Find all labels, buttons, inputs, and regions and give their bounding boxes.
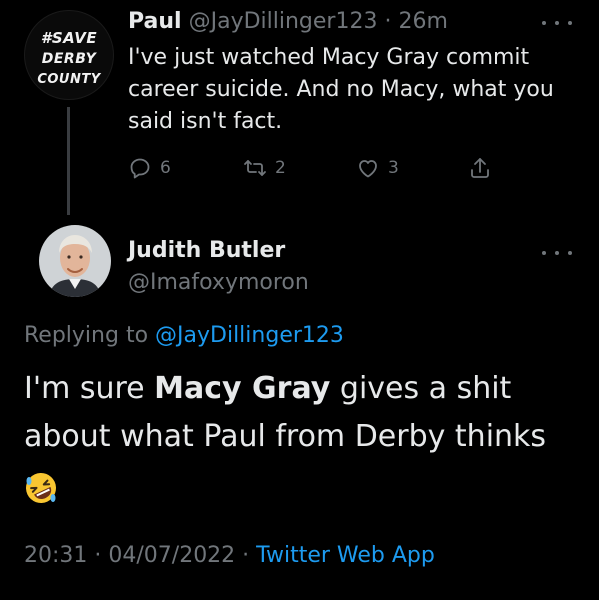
reply-tweet-text: I'm sure Macy Gray gives a shit about wh… <box>24 365 584 509</box>
thread-connector-line <box>67 107 70 215</box>
reply-author-handle[interactable]: @Imafoxymoron <box>128 270 309 295</box>
share-icon <box>471 158 489 178</box>
reply-count: 6 <box>160 158 171 178</box>
share-button[interactable] <box>468 156 492 180</box>
like-button[interactable]: 3 <box>356 156 399 180</box>
replying-to-line: Replying to @JayDillinger123 <box>24 323 344 348</box>
replying-to-link[interactable]: @JayDillinger123 <box>155 323 344 348</box>
retweet-icon <box>244 160 266 176</box>
reply-metadata: 20:31 · 04/07/2022 · Twitter Web App <box>24 543 435 568</box>
person-photo-icon <box>39 225 111 297</box>
reply-source-link[interactable]: Twitter Web App <box>256 543 435 568</box>
reply-icon <box>130 158 150 179</box>
avatar-badge-line-1: #SAVE <box>40 29 98 47</box>
parent-tweet-time[interactable]: 26m <box>398 9 447 34</box>
reply-timestamp[interactable]: 20:31 · 04/07/2022 · <box>24 543 249 568</box>
reply-author-name[interactable]: Judith Butler <box>128 238 285 263</box>
like-count: 3 <box>388 158 399 178</box>
heart-icon <box>359 160 377 178</box>
header-separator: · <box>384 9 392 34</box>
parent-tweet-actions: 6 2 3 <box>128 156 508 184</box>
replying-prefix: Replying to <box>24 323 149 348</box>
parent-avatar[interactable]: #SAVE DERBY COUNTY <box>24 10 114 100</box>
avatar-badge-line-3: COUNTY <box>37 72 101 87</box>
parent-more-icon[interactable] <box>542 15 572 31</box>
retweet-count: 2 <box>275 158 286 178</box>
rolling-on-floor-laughing-icon <box>24 471 58 505</box>
reply-more-icon[interactable] <box>542 245 572 261</box>
parent-tweet-text: I've just watched Macy Gray commit caree… <box>128 45 554 134</box>
avatar-badge-line-2: DERBY <box>41 51 97 67</box>
reply-button[interactable]: 6 <box>128 156 171 180</box>
reply-text-bold: Macy Gray <box>154 371 331 406</box>
parent-tweet-header: Paul @JayDillinger123 · 26m <box>128 9 448 34</box>
reply-text-before: I'm sure <box>24 371 155 406</box>
parent-author-handle[interactable]: @JayDillinger123 <box>189 9 378 34</box>
parent-author-name[interactable]: Paul <box>128 9 182 34</box>
reply-avatar[interactable] <box>39 225 111 297</box>
retweet-button[interactable]: 2 <box>243 156 286 180</box>
